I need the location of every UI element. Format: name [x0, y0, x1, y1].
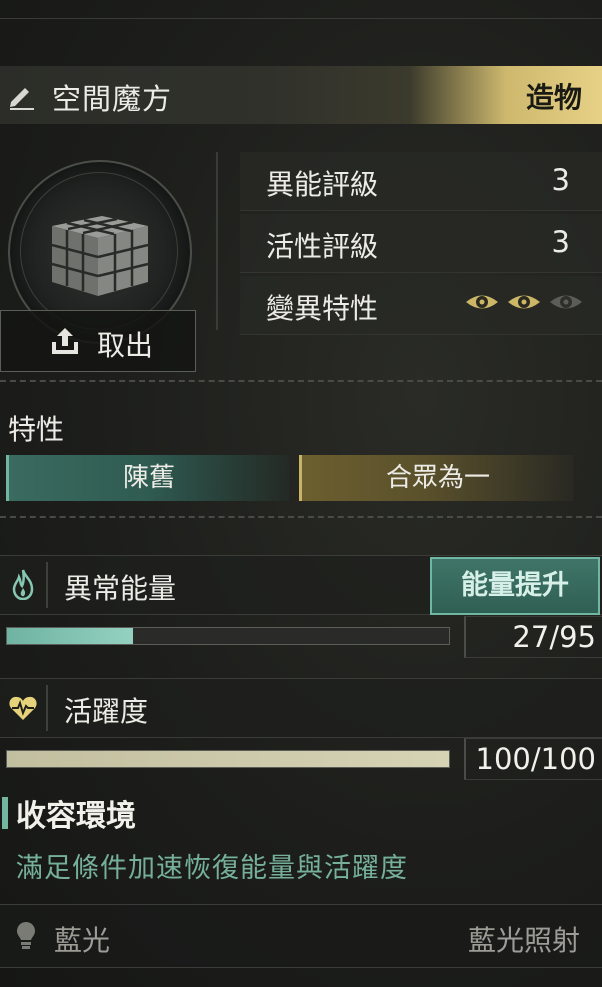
energy-bar-fill — [7, 628, 133, 644]
upload-icon — [52, 328, 78, 354]
stat-row-ability-rating: 異能評級 3 — [240, 152, 602, 211]
environment-title: 收容環境 — [16, 799, 136, 834]
pencil-icon[interactable] — [6, 80, 36, 110]
energy-label: 異常能量 — [64, 572, 177, 605]
activity-value: 100/100 — [475, 742, 596, 776]
flame-icon — [12, 569, 34, 600]
stat-label: 變異特性 — [266, 292, 379, 325]
activity-bar-fill — [7, 751, 449, 767]
activity-label: 活躍度 — [64, 695, 149, 728]
section-accent-bar — [2, 797, 8, 829]
stat-label: 活性評級 — [266, 230, 379, 263]
rubiks-cube-icon — [51, 216, 149, 296]
stat-value: 3 — [551, 225, 570, 259]
row-divider — [46, 685, 48, 731]
heart-pulse-icon — [9, 696, 37, 720]
energy-boost-button[interactable]: 能量提升 — [430, 557, 600, 615]
stat-row-activity-rating: 活性評級 3 — [240, 214, 602, 273]
row-divider — [46, 562, 48, 608]
traits-label: 特性 — [8, 413, 65, 446]
energy-value: 27/95 — [512, 620, 596, 654]
light-label: 藍光 — [54, 924, 111, 957]
take-out-button[interactable]: 取出 — [0, 310, 196, 372]
item-name: 空間魔方 — [52, 82, 173, 116]
stat-row-mutation: 變異特性 — [240, 276, 602, 335]
trait-chip-old[interactable]: 陳舊 — [6, 455, 289, 501]
take-out-label: 取出 — [97, 329, 154, 362]
stat-value: 3 — [551, 163, 570, 197]
item-title-bar: 空間魔方 造物 — [0, 66, 602, 124]
activity-value-box: 100/100 — [464, 738, 602, 780]
mutation-eyes — [464, 291, 584, 313]
environment-description: 滿足條件加速恢復能量與活躍度 — [16, 853, 408, 884]
eye-icon — [508, 295, 540, 309]
light-condition-row: 藍光 藍光照射 — [0, 904, 602, 968]
trait-chip-unity[interactable]: 合眾為一 — [299, 455, 574, 501]
eye-icon — [466, 295, 498, 309]
lightbulb-icon — [17, 922, 35, 949]
activity-bar — [6, 750, 450, 768]
item-type-tag: 造物 — [525, 81, 582, 114]
stat-label: 異能評級 — [266, 168, 379, 201]
energy-bar — [6, 627, 450, 645]
vertical-divider — [216, 152, 218, 330]
dashed-divider — [0, 380, 602, 382]
activity-row: 活躍度 — [0, 678, 602, 738]
dashed-divider — [0, 516, 602, 518]
eye-inactive-icon — [550, 295, 582, 309]
light-value: 藍光照射 — [467, 924, 580, 957]
energy-value-box: 27/95 — [464, 616, 602, 658]
top-divider — [0, 18, 602, 19]
